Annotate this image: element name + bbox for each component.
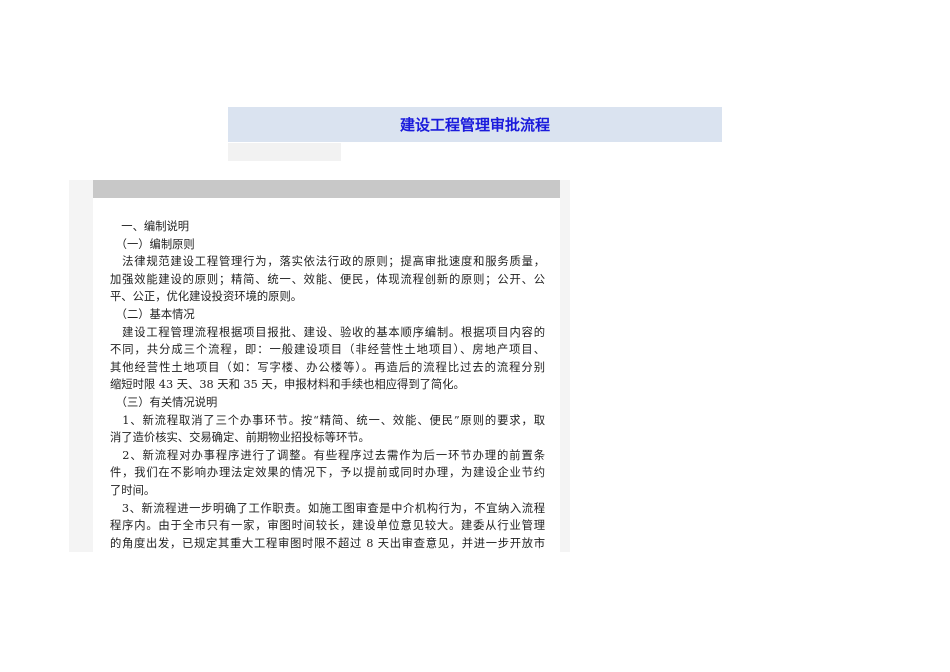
document-line: 3、新流程进一步明确了工作职责。如施工图审查是中介机构行为，不宜纳入流程 [110,501,545,515]
document-page: 一、编制说明 （一）编制原则 法律规范建设工程管理行为，落实依法行政的原则；提高… [93,180,560,552]
document-line: 加强效能建设的原则；精简、统一、效能、便民，体现流程创新的原则；公开、公 [110,272,545,286]
document-line: （二）基本情况 [110,307,195,321]
document-line: 不同，共分成三个流程，即：一般建设项目（非经营性土地项目）、房地产项目、 [110,343,545,357]
document-line: 程序内。由于全市只有一家，审图时间较长，建设单位意见较大。建委从行业管理 [110,519,545,533]
page-title: 建设工程管理审批流程 [399,116,550,134]
document-line: 一、编制说明 [110,220,190,233]
document-line: 缩短时限 43 天、38 天和 35 天，申报材料和手续也相应得到了简化。 [110,378,465,392]
document-body: 一、编制说明 （一）编制原则 法律规范建设工程管理行为，落实依法行政的原则；提高… [110,218,545,552]
document-line: 的角度出发，已规定其重大工程审图时限不超过 8 天出审查意见，并进一步开放市 [110,536,545,550]
document-line: 消了造价核实、交易确定、前期物业招投标等环节。 [110,431,370,445]
subtitle-cell [228,143,341,161]
document-line: （三）有关情况说明 [110,395,218,409]
document-line: 1、新流程取消了三个办事环节。按“精简、统一、效能、便民”原则的要求，取 [110,413,545,427]
document-line: 了时间。 [110,483,156,497]
document-viewer: 一、编制说明 （一）编制原则 法律规范建设工程管理行为，落实依法行政的原则；提高… [69,180,570,552]
title-bar: 建设工程管理审批流程 [228,107,722,142]
document-line: 法律规范建设工程管理行为，落实依法行政的原则；提高审批速度和服务质量， [110,255,545,269]
document-line: 平、公正，优化建设投资环境的原则。 [110,290,303,304]
document-line: 建设工程管理流程根据项目报批、建设、验收的基本顺序编制。根据项目内容的 [110,325,545,339]
document-line: 2、新流程对办事程序进行了调整。有些程序过去需作为后一环节办理的前置条 [110,448,545,462]
document-line: 件，我们在不影响办理法定效果的情况下，予以提前或同时办理，为建设企业节约 [110,466,545,480]
document-line: （一）编制原则 [110,237,195,251]
document-line: 其他经营性土地项目（如：写字楼、办公楼等）。再造后的流程比过去的流程分别 [110,360,545,374]
page-header-bar [93,180,560,198]
